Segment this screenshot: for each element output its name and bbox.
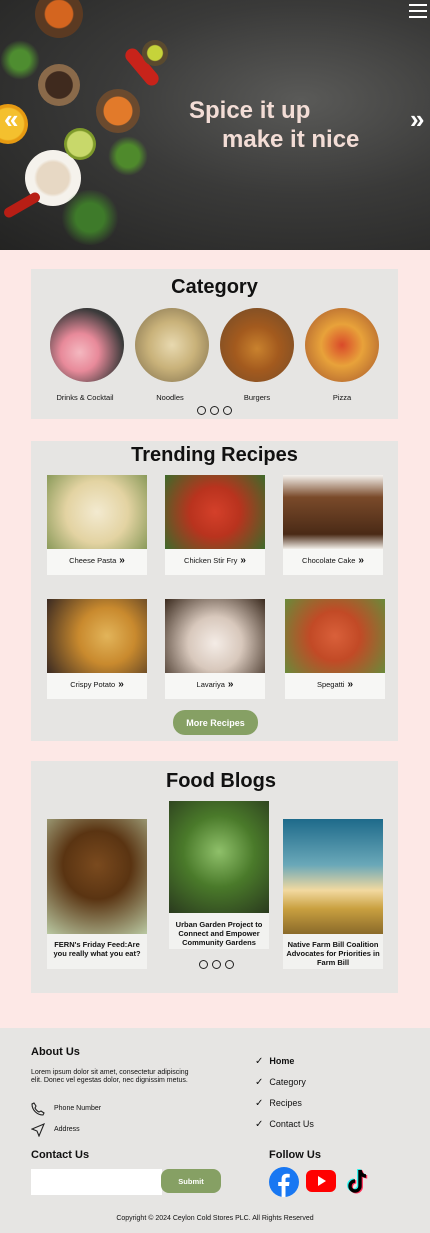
recipe-image	[283, 475, 383, 549]
chevron-right-icon: »	[227, 679, 234, 690]
hamburger-menu-icon[interactable]	[409, 4, 427, 20]
phone-text: Phone Number	[54, 1105, 102, 1112]
recipe-label: Chocolate Cake	[302, 556, 356, 565]
recipe-image	[165, 475, 265, 549]
location-arrow-icon	[30, 1122, 47, 1138]
recipes-title: Trending Recipes	[131, 444, 298, 466]
blog-title: FERN's Friday Feed:Are you really what y…	[53, 940, 141, 958]
spice-bowl-image	[142, 40, 168, 66]
recipe-label: Crispy Potato	[70, 680, 116, 689]
copyright-text: Copyright © 2024 Ceylon Cold Stores PLC.…	[116, 1215, 314, 1222]
category-label[interactable]: Pizza	[292, 393, 392, 402]
recipe-card[interactable]: Crispy Potato»	[47, 599, 147, 699]
submit-button[interactable]: Submit	[161, 1169, 221, 1193]
prev-slide-button[interactable]: «	[4, 106, 18, 132]
chevron-right-icon: »	[118, 679, 124, 690]
herb-image	[60, 190, 120, 245]
check-icon: ✓	[255, 1119, 264, 1130]
hero-title-line-1: Spice it up	[189, 97, 311, 124]
category-noodles-image[interactable]	[135, 308, 209, 382]
more-recipes-button[interactable]: More Recipes	[173, 710, 258, 735]
address-text: Address	[54, 1126, 80, 1133]
category-burgers-image[interactable]	[220, 308, 294, 382]
recipe-card[interactable]: Cheese Pasta»	[47, 475, 147, 575]
blog-card[interactable]: Urban Garden Project to Connect and Empo…	[169, 801, 269, 949]
blog-title: Urban Garden Project to Connect and Empo…	[175, 920, 263, 947]
carousel-dot[interactable]	[210, 406, 219, 415]
carousel-dot[interactable]	[199, 960, 208, 969]
follow-title: Follow Us	[269, 1149, 321, 1161]
contact-email-input[interactable]	[31, 1169, 162, 1195]
next-slide-button[interactable]: »	[410, 106, 424, 132]
blog-image	[283, 819, 383, 934]
recipe-image	[165, 599, 265, 673]
carousel-dot[interactable]	[225, 960, 234, 969]
recipe-image	[47, 475, 147, 549]
about-title: About Us	[31, 1046, 80, 1058]
footer-link-contact[interactable]: ✓ Contact Us	[255, 1119, 314, 1130]
blog-card[interactable]: FERN's Friday Feed:Are you really what y…	[47, 819, 147, 969]
chevron-right-icon: »	[240, 555, 246, 566]
recipe-card[interactable]: Spegatti»	[285, 599, 385, 699]
chevron-right-icon: »	[347, 679, 354, 690]
recipe-card[interactable]: Lavariya»	[165, 599, 265, 699]
about-text: Lorem ipsum dolor sit amet, consectetur …	[31, 1069, 189, 1084]
carousel-dot[interactable]	[212, 960, 221, 969]
hero-title: Spice it up make it nice	[0, 96, 430, 156]
chili-image	[2, 190, 42, 220]
blogs-title: Food Blogs	[166, 770, 276, 792]
footer-link-home[interactable]: ✓ Home	[255, 1056, 294, 1067]
chevron-right-icon: »	[119, 555, 125, 566]
footer-link-recipes[interactable]: ✓ Recipes	[255, 1098, 302, 1109]
blogs-carousel-dots[interactable]	[199, 960, 234, 969]
check-icon: ✓	[255, 1077, 264, 1088]
blog-image	[169, 801, 269, 913]
recipe-image	[285, 599, 385, 673]
recipe-label: Lavariya	[196, 680, 225, 689]
category-title: Category	[171, 276, 258, 298]
herb-image	[0, 40, 40, 80]
recipe-image	[47, 599, 147, 673]
check-icon: ✓	[255, 1056, 264, 1067]
footer-link-category[interactable]: ✓ Category	[255, 1077, 306, 1088]
contact-title: Contact Us	[31, 1149, 90, 1161]
facebook-icon[interactable]	[269, 1167, 299, 1197]
chevron-right-icon: »	[358, 555, 364, 566]
recipe-card[interactable]: Chicken Stir Fry»	[165, 475, 265, 575]
category-pizza-image[interactable]	[305, 308, 379, 382]
youtube-icon[interactable]	[306, 1170, 336, 1192]
hero-banner: Spice it up make it nice « »	[0, 0, 430, 250]
recipe-label: Chicken Stir Fry	[184, 556, 238, 565]
blog-title: Native Farm Bill Coalition Advocates for…	[286, 940, 380, 967]
recipe-card[interactable]: Chocolate Cake»	[283, 475, 383, 575]
category-carousel-dots[interactable]	[197, 406, 232, 415]
carousel-dot[interactable]	[197, 406, 206, 415]
category-label[interactable]: Noodles	[120, 393, 220, 402]
spice-bowl-image	[35, 0, 83, 38]
hero-title-line-2: make it nice	[222, 126, 360, 153]
recipe-label: Cheese Pasta	[69, 556, 117, 565]
category-drinks-image[interactable]	[50, 308, 124, 382]
phone-icon	[31, 1102, 47, 1116]
recipe-label: Spegatti	[316, 680, 345, 689]
carousel-dot[interactable]	[223, 406, 232, 415]
blog-card[interactable]: Native Farm Bill Coalition Advocates for…	[283, 819, 383, 969]
tiktok-icon[interactable]	[343, 1167, 373, 1197]
blog-image	[47, 819, 147, 934]
check-icon: ✓	[255, 1098, 264, 1109]
